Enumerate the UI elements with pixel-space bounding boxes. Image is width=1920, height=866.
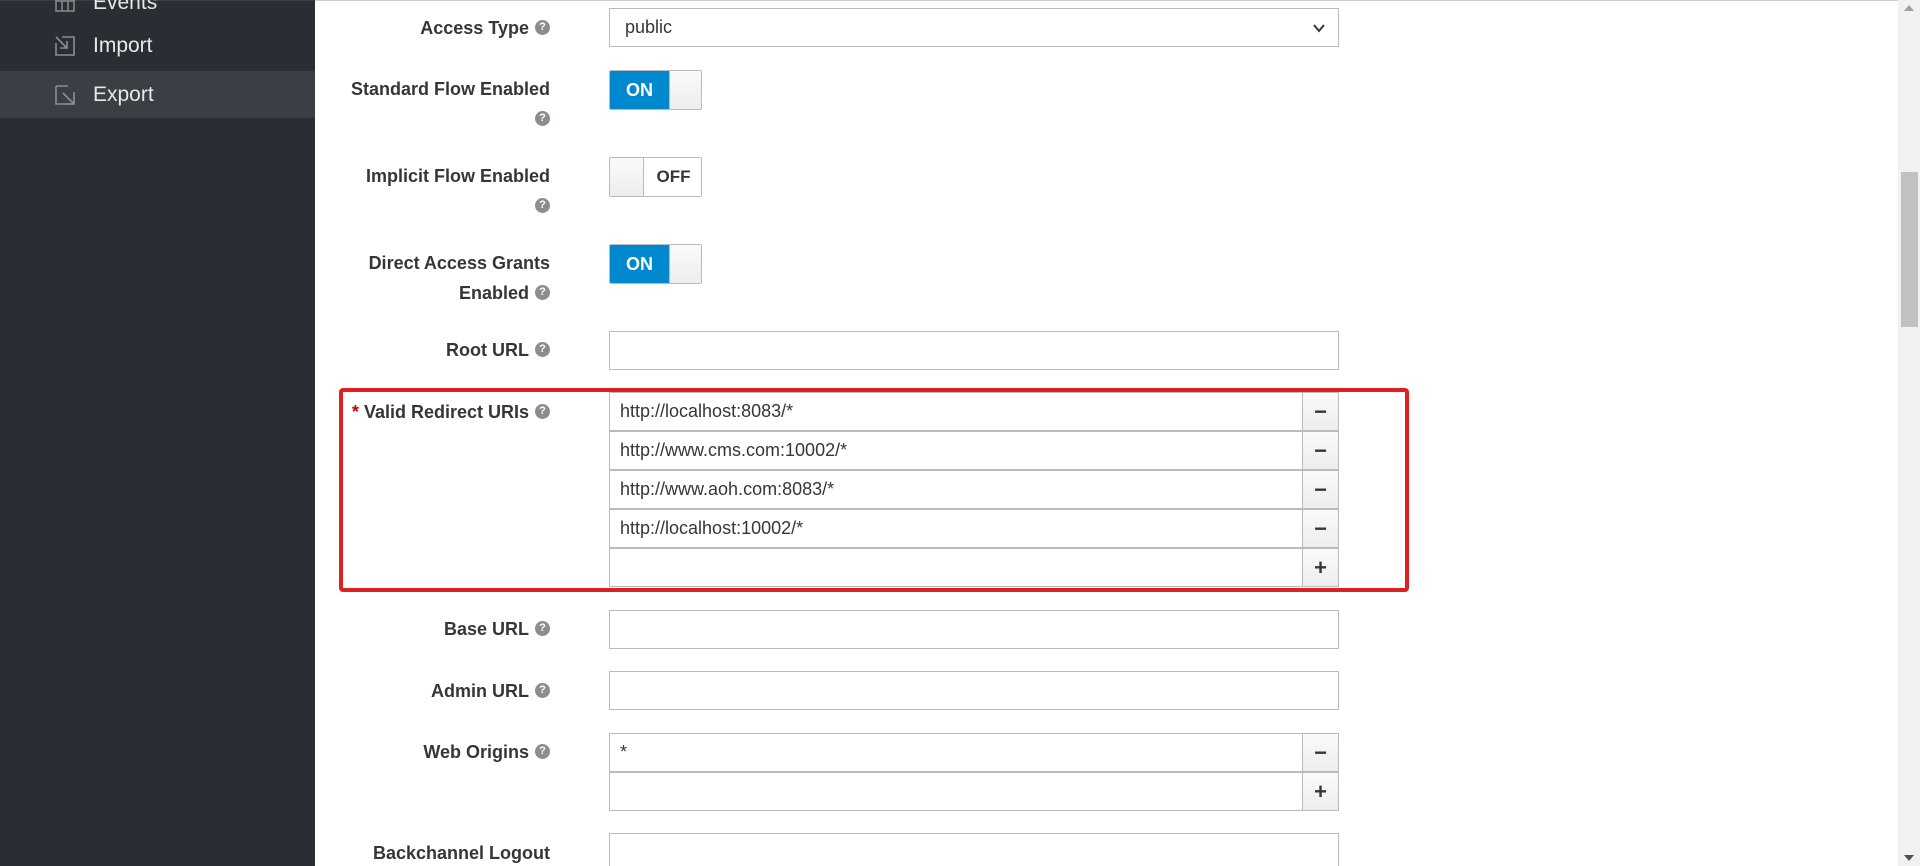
help-icon[interactable]: ? — [535, 620, 550, 636]
toggle-knob — [669, 71, 701, 109]
help-icon[interactable]: ? — [535, 682, 550, 698]
sidebar-item-label: Events — [93, 0, 158, 14]
vertical-scrollbar[interactable] — [1898, 0, 1920, 866]
toggle-on-label: ON — [610, 71, 669, 109]
sidebar-item-label: Export — [93, 82, 154, 106]
help-icon[interactable]: ? — [535, 341, 550, 357]
sidebar-item-import[interactable]: Import — [0, 22, 315, 69]
toggle-off-label: OFF — [644, 158, 701, 196]
sidebar: Events Import Export — [0, 0, 315, 866]
chevron-down-icon — [1313, 24, 1325, 33]
toggle-on-label: ON — [610, 245, 669, 283]
standard-flow-help: ? — [529, 104, 550, 134]
web-origins-label: Web Origins? — [423, 737, 550, 767]
implicit-flow-label: Implicit Flow Enabled — [365, 166, 550, 186]
base-url-label: Base URL? — [444, 614, 550, 644]
toggle-knob — [669, 245, 701, 283]
direct-access-label-line2: Enabled? — [459, 278, 550, 308]
help-icon[interactable]: ? — [535, 197, 550, 213]
backchannel-logout-label: Backchannel Logout — [372, 843, 550, 863]
admin-url-input[interactable] — [609, 671, 1339, 710]
scrollbar-thumb[interactable] — [1901, 172, 1918, 327]
export-icon — [55, 84, 75, 105]
backchannel-logout-input[interactable] — [609, 833, 1339, 866]
access-type-select[interactable]: public — [609, 8, 1339, 47]
web-origin-new-input[interactable] — [609, 772, 1303, 811]
direct-access-toggle[interactable]: ON — [609, 244, 702, 284]
import-icon — [55, 35, 75, 56]
implicit-flow-help: ? — [529, 191, 550, 221]
sidebar-item-export[interactable]: Export — [0, 71, 315, 118]
help-icon[interactable]: ? — [535, 19, 550, 35]
toggle-knob — [610, 158, 644, 196]
access-type-label: Access Type? — [420, 13, 550, 43]
web-origin-input[interactable]: * — [609, 733, 1303, 772]
scroll-down-arrow-icon[interactable] — [1904, 855, 1914, 861]
remove-origin-button[interactable]: − — [1302, 733, 1339, 772]
base-url-input[interactable] — [609, 610, 1339, 649]
implicit-flow-toggle[interactable]: OFF — [609, 157, 702, 197]
sidebar-item-label: Import — [93, 33, 153, 57]
standard-flow-label: Standard Flow Enabled — [350, 79, 550, 99]
web-origin-row: * − — [609, 733, 1339, 772]
web-origin-new-row: + — [609, 772, 1339, 811]
help-icon[interactable]: ? — [535, 110, 550, 126]
scroll-up-arrow-icon[interactable] — [1904, 5, 1914, 11]
standard-flow-toggle[interactable]: ON — [609, 70, 702, 110]
add-origin-button[interactable]: + — [1302, 772, 1339, 811]
help-icon[interactable]: ? — [535, 284, 550, 300]
help-icon[interactable]: ? — [535, 743, 550, 759]
root-url-label: Root URL? — [446, 335, 550, 365]
root-url-input[interactable] — [609, 331, 1339, 370]
direct-access-label: Direct Access Grants — [368, 253, 550, 273]
admin-url-label: Admin URL? — [431, 676, 550, 706]
calendar-icon — [55, 0, 75, 12]
annotation-highlight-box — [339, 388, 1409, 592]
